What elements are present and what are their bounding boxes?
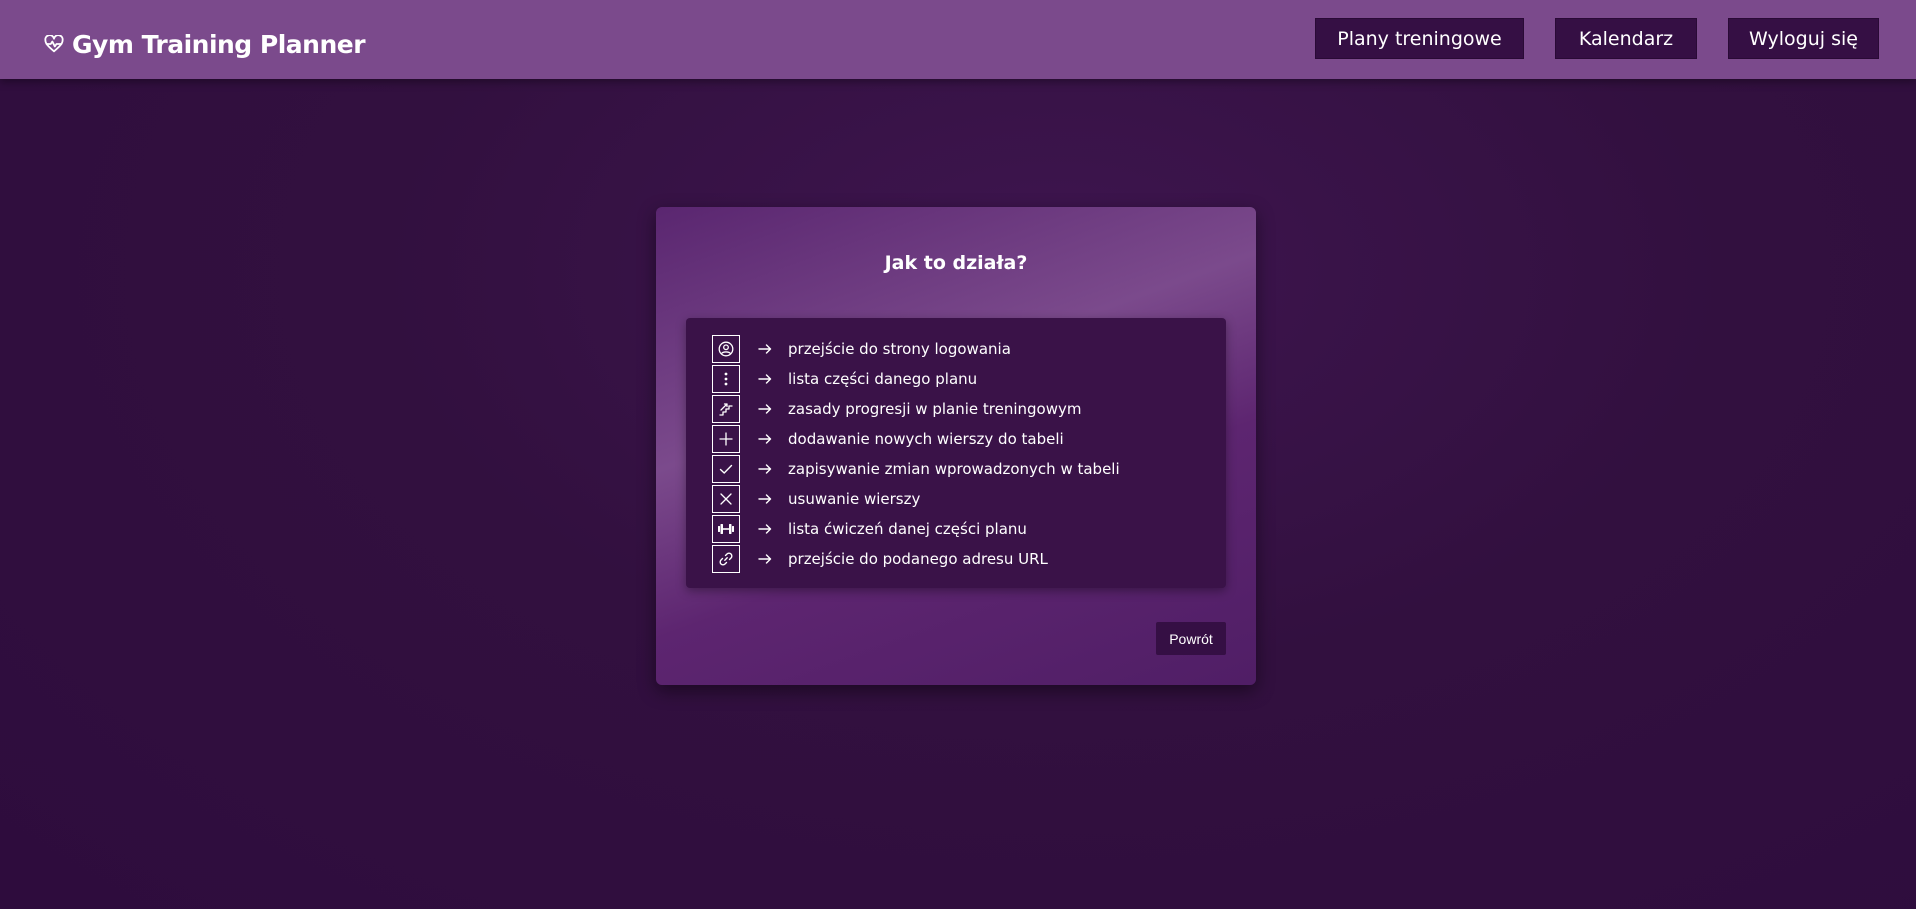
- logout-button[interactable]: Wyloguj się: [1728, 18, 1879, 59]
- icon-legend-panel: przejście do strony logowania lista częś…: [686, 318, 1226, 588]
- help-card: Jak to działa? przejście do strony logow…: [656, 207, 1256, 685]
- legend-item-text: usuwanie wierszy: [788, 490, 921, 508]
- arrow-right-icon: [758, 374, 774, 384]
- user-circle-icon: [712, 335, 740, 363]
- back-button[interactable]: Powrót: [1156, 622, 1226, 655]
- icon-legend-list: przejście do strony logowania lista częś…: [712, 334, 1120, 574]
- legend-item-text: lista części danego planu: [788, 370, 978, 388]
- app-title: Gym Training Planner: [72, 29, 366, 59]
- brand-link[interactable]: Gym Training Planner: [44, 26, 366, 62]
- arrow-right-icon: [758, 344, 774, 354]
- legend-item-add-rows: dodawanie nowych wierszy do tabeli: [712, 424, 1120, 454]
- progression-stairs-icon: [712, 394, 740, 423]
- legend-item-text: dodawanie nowych wierszy do tabeli: [788, 430, 1064, 448]
- heart-pulse-icon: [44, 35, 64, 53]
- arrow-right-icon: [758, 404, 774, 414]
- legend-item-plan-parts: lista części danego planu: [712, 364, 1120, 394]
- legend-item-progression: zasady progresji w planie treningowym: [712, 394, 1120, 424]
- dumbbell-icon: [712, 514, 740, 543]
- top-navbar: Gym Training Planner Plany treningowe Ka…: [0, 0, 1916, 79]
- plus-icon: [712, 424, 740, 453]
- arrow-right-icon: [758, 524, 774, 534]
- nav-training-plans-button[interactable]: Plany treningowe: [1315, 18, 1524, 59]
- legend-item-save: zapisywanie zmian wprowadzonych w tabeli: [712, 454, 1120, 484]
- legend-item-delete: usuwanie wierszy: [712, 484, 1120, 514]
- legend-item-url: przejście do podanego adresu URL: [712, 544, 1120, 574]
- arrow-right-icon: [758, 464, 774, 474]
- arrow-right-icon: [758, 434, 774, 444]
- legend-item-text: zasady progresji w planie treningowym: [788, 400, 1082, 418]
- nav-calendar-button[interactable]: Kalendarz: [1555, 18, 1697, 59]
- x-icon: [712, 484, 740, 513]
- legend-item-exercises: lista ćwiczeń danej części planu: [712, 514, 1120, 544]
- legend-item-text: przejście do strony logowania: [788, 340, 1011, 358]
- legend-item-login: przejście do strony logowania: [712, 334, 1120, 364]
- check-icon: [712, 454, 740, 483]
- legend-item-text: lista ćwiczeń danej części planu: [788, 520, 1027, 538]
- link-icon: [712, 544, 740, 573]
- legend-item-text: przejście do podanego adresu URL: [788, 550, 1048, 568]
- arrow-right-icon: [758, 494, 774, 504]
- legend-item-text: zapisywanie zmian wprowadzonych w tabeli: [788, 460, 1120, 478]
- help-title: Jak to działa?: [884, 252, 1028, 274]
- vertical-dots-icon: [712, 364, 740, 393]
- arrow-right-icon: [758, 554, 774, 564]
